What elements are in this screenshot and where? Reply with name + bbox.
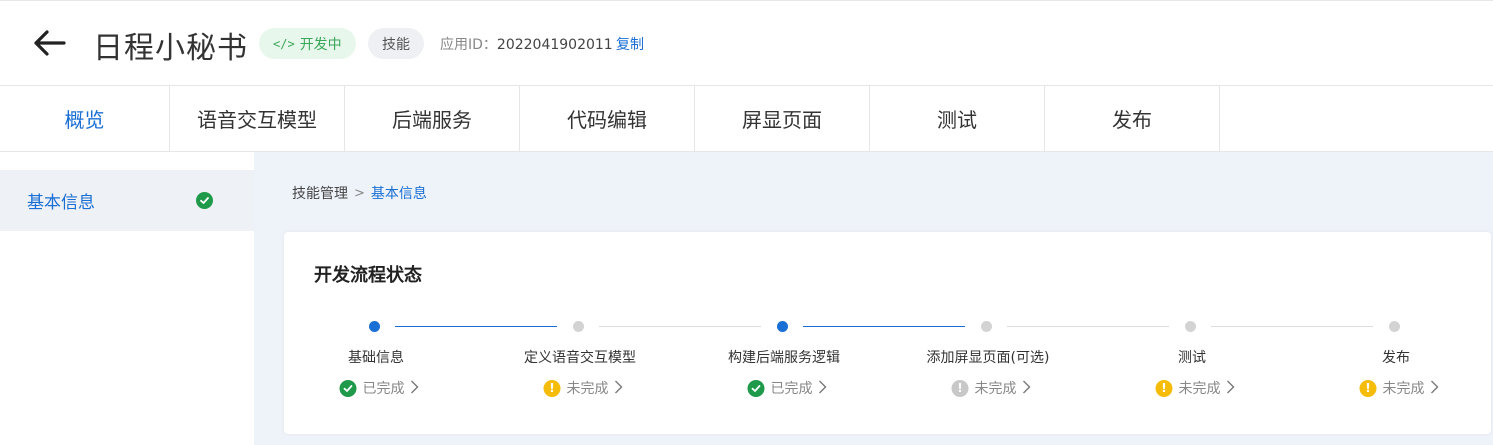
check-circle-icon bbox=[747, 379, 765, 397]
app-id-label: 应用ID： bbox=[440, 37, 497, 53]
app-header: 日程小秘书 </> 开发中 技能 应用ID：2022041902011 复制 bbox=[0, 1, 1493, 85]
sidebar-item-basic-info[interactable]: 基本信息 bbox=[0, 170, 254, 231]
step-dot bbox=[1185, 321, 1196, 332]
step-status-text: 已完成 bbox=[362, 381, 405, 397]
chevron-right-icon bbox=[615, 379, 623, 398]
step-connector bbox=[395, 326, 557, 327]
step-status-link[interactable]: 已完成 bbox=[339, 378, 419, 398]
main-content: 技能管理 > 基本信息 开发流程状态 基础信息 已完成 定义语音交互模型! 未完成 构建… bbox=[254, 152, 1493, 445]
step-connector bbox=[599, 326, 761, 327]
step-name: 测试 bbox=[1178, 350, 1206, 366]
step-dot bbox=[573, 321, 584, 332]
step-name: 构建后端服务逻辑 bbox=[728, 350, 840, 366]
chevron-right-icon bbox=[1023, 379, 1031, 398]
step-status-text: 未完成 bbox=[974, 381, 1017, 397]
step-status-link[interactable]: ! 未完成 bbox=[1359, 378, 1439, 398]
step-status-link[interactable]: ! 未完成 bbox=[1155, 378, 1235, 398]
step-name: 发布 bbox=[1382, 350, 1410, 366]
dev-status-card: 开发流程状态 基础信息 已完成 定义语音交互模型! 未完成 构建后端服务逻辑 已完成 添加屏… bbox=[284, 232, 1491, 434]
step-status-text: 已完成 bbox=[770, 381, 813, 397]
status-badge-label: 开发中 bbox=[299, 36, 342, 53]
breadcrumb-current[interactable]: 基本信息 bbox=[371, 183, 427, 203]
tab-screen-pages[interactable]: 屏显页面 bbox=[695, 86, 870, 151]
step-status-text: 未完成 bbox=[1178, 381, 1221, 397]
copy-link[interactable]: 复制 bbox=[616, 34, 644, 54]
chevron-right-icon bbox=[411, 379, 419, 398]
code-icon: </> bbox=[273, 36, 295, 51]
step-name: 添加屏显页面(可选) bbox=[926, 350, 1050, 366]
tab-code-edit[interactable]: 代码编辑 bbox=[520, 86, 695, 151]
chevron-right-icon bbox=[819, 379, 827, 398]
step-status-link[interactable]: 已完成 bbox=[747, 378, 827, 398]
step-dot bbox=[369, 321, 380, 332]
app-id-value: 2022041902011 bbox=[496, 37, 613, 53]
tab-overview[interactable]: 概览 bbox=[0, 86, 170, 151]
app-id: 应用ID：2022041902011 bbox=[440, 34, 613, 54]
status-badge: </> 开发中 bbox=[259, 28, 356, 59]
tab-publish[interactable]: 发布 bbox=[1045, 86, 1220, 151]
breadcrumb-separator: > bbox=[354, 185, 365, 201]
tab-test[interactable]: 测试 bbox=[870, 86, 1045, 151]
step-dot bbox=[981, 321, 992, 332]
breadcrumb: 技能管理 > 基本信息 bbox=[292, 183, 427, 203]
exclamation-circle-icon: ! bbox=[543, 379, 561, 397]
back-button[interactable] bbox=[30, 26, 68, 60]
step-connector bbox=[803, 326, 965, 327]
step-dot bbox=[1389, 321, 1400, 332]
step-dot bbox=[777, 321, 788, 332]
chevron-right-icon bbox=[1227, 379, 1235, 398]
page-title: 日程小秘书 bbox=[93, 31, 248, 66]
tab-backend[interactable]: 后端服务 bbox=[345, 86, 520, 151]
step-status-text: 未完成 bbox=[566, 381, 609, 397]
progress-steps: 基础信息 已完成 定义语音交互模型! 未完成 构建后端服务逻辑 已完成 添加屏显页面(可选)… bbox=[284, 232, 1491, 434]
type-badge: 技能 bbox=[368, 28, 424, 59]
tab-voice-model[interactable]: 语音交互模型 bbox=[170, 86, 345, 151]
exclamation-circle-icon: ! bbox=[1155, 379, 1173, 397]
step-status-text: 未完成 bbox=[1382, 381, 1425, 397]
step-name: 基础信息 bbox=[348, 350, 404, 366]
arrow-left-icon bbox=[34, 30, 66, 56]
step-connector bbox=[1211, 326, 1373, 327]
chevron-right-icon bbox=[1431, 379, 1439, 398]
tab-bar: 概览 语音交互模型 后端服务 代码编辑 屏显页面 测试 发布 bbox=[0, 85, 1493, 152]
check-circle-icon bbox=[196, 192, 213, 209]
sidebar-item-label: 基本信息 bbox=[27, 193, 95, 213]
sidebar: 基本信息 bbox=[0, 152, 254, 445]
step-name: 定义语音交互模型 bbox=[524, 350, 636, 366]
exclamation-circle-icon: ! bbox=[1359, 379, 1377, 397]
step-status-link[interactable]: ! 未完成 bbox=[951, 378, 1031, 398]
exclamation-circle-icon: ! bbox=[951, 379, 969, 397]
breadcrumb-root[interactable]: 技能管理 bbox=[292, 183, 348, 203]
step-status-link[interactable]: ! 未完成 bbox=[543, 378, 623, 398]
step-connector bbox=[1007, 326, 1169, 327]
check-circle-icon bbox=[339, 379, 357, 397]
